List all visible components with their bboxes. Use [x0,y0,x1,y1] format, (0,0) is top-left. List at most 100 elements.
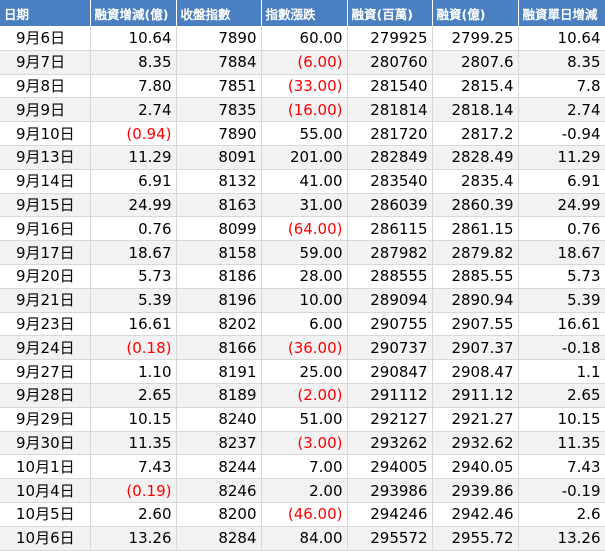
cell-margin-yi: 2860.39 [432,193,519,218]
cell-close-index: 7890 [176,121,262,146]
cell-close-index: 8158 [176,240,262,265]
cell-index-change: (6.00) [261,50,348,75]
cell-margin-yi: 2885.55 [432,264,519,289]
cell-margin-yi: 2907.55 [432,312,519,337]
cell-margin-yi: 2815.4 [432,74,519,99]
cell-margin-change: 0.76 [90,216,177,242]
cell-close-index: 8202 [176,312,262,337]
cell-date: 9月29日 [0,407,91,432]
cell-daily-change: 6.91 [518,169,605,194]
cell-margin-million: 279925 [347,26,433,51]
header-index-change: 指數漲跌 [261,0,348,27]
cell-margin-million: 291112 [347,383,433,408]
table-row: 9月6日 10.64 7890 60.00 279925 2799.25 10.64 [0,26,605,51]
cell-index-change: 6.00 [261,312,348,337]
cell-close-index: 8189 [176,383,262,408]
cell-margin-million: 294246 [347,502,433,527]
cell-margin-million: 293262 [347,431,433,456]
cell-daily-change: 2.65 [518,383,605,408]
cell-date: 9月13日 [0,145,91,170]
cell-margin-change: (0.94) [90,121,177,146]
cell-margin-yi: 2955.72 [432,526,519,551]
cell-date: 9月10日 [0,121,91,146]
table-row: 9月30日 11.35 8237 (3.00) 293262 2932.62 11.35 [0,431,605,456]
cell-margin-change: 2.65 [90,383,177,408]
cell-close-index: 8099 [176,216,262,242]
cell-date: 9月8日 [0,74,91,99]
cell-margin-million: 290847 [347,359,433,384]
cell-margin-change: 2.74 [90,97,177,123]
cell-margin-million: 287982 [347,240,433,265]
cell-margin-million: 281720 [347,121,433,146]
cell-margin-yi: 2835.4 [432,169,519,194]
cell-close-index: 7890 [176,26,262,51]
cell-margin-change: 1.10 [90,359,177,384]
cell-close-index: 8246 [176,478,262,503]
cell-close-index: 8244 [176,454,262,480]
cell-margin-change: 10.64 [90,26,177,51]
cell-margin-million: 286039 [347,193,433,218]
cell-daily-change: 13.26 [518,526,605,551]
cell-margin-change: 13.26 [90,526,177,551]
table-row: 9月24日 (0.18) 8166 (36.00) 290737 2907.37 -0.18 [0,335,605,361]
header-date: 日期 [0,0,91,27]
table-row: 9月20日 5.73 8186 28.00 288555 2885.55 5.73 [0,264,605,289]
cell-daily-change: 10.64 [518,26,605,51]
cell-index-change: (3.00) [261,431,348,456]
cell-date: 9月17日 [0,240,91,265]
cell-index-change: 7.00 [261,454,348,480]
cell-margin-change: 10.15 [90,407,177,432]
cell-daily-change: 1.1 [518,359,605,384]
cell-index-change: (36.00) [261,335,348,361]
cell-index-change: 59.00 [261,240,348,265]
table-row: 9月9日 2.74 7835 (16.00) 281814 2818.14 2.74 [0,97,605,123]
cell-daily-change: 18.67 [518,240,605,265]
cell-close-index: 8132 [176,169,262,194]
cell-daily-change: -0.18 [518,335,605,361]
cell-margin-change: 6.91 [90,169,177,194]
cell-margin-yi: 2908.47 [432,359,519,384]
cell-date: 9月28日 [0,383,91,408]
cell-daily-change: 8.35 [518,50,605,75]
cell-index-change: 2.00 [261,478,348,503]
cell-margin-change: 2.60 [90,502,177,527]
cell-daily-change: 5.73 [518,264,605,289]
cell-margin-million: 294005 [347,454,433,480]
header-close-index: 收盤指數 [176,0,262,27]
cell-date: 10月5日 [0,502,91,527]
cell-index-change: (16.00) [261,97,348,123]
cell-index-change: 10.00 [261,288,348,313]
cell-date: 9月30日 [0,431,91,456]
cell-margin-change: (0.19) [90,478,177,503]
cell-index-change: 51.00 [261,407,348,432]
cell-margin-change: 18.67 [90,240,177,265]
cell-close-index: 8191 [176,359,262,384]
header-daily-change: 融資單日增減 [518,0,605,27]
header-margin-change: 融資增減(億) [90,0,177,27]
cell-date: 9月27日 [0,359,91,384]
cell-date: 9月21日 [0,288,91,313]
cell-close-index: 8166 [176,335,262,361]
cell-margin-million: 282849 [347,145,433,170]
cell-index-change: (2.00) [261,383,348,408]
cell-margin-million: 293986 [347,478,433,503]
cell-date: 9月23日 [0,312,91,337]
table-row: 9月13日 11.29 8091 201.00 282849 2828.49 11.29 [0,145,605,170]
cell-date: 9月6日 [0,26,91,51]
cell-daily-change: 11.35 [518,431,605,456]
cell-date: 9月15日 [0,193,91,218]
cell-close-index: 8200 [176,502,262,527]
cell-margin-million: 286115 [347,216,433,242]
cell-margin-million: 290737 [347,335,433,361]
cell-margin-million: 295572 [347,526,433,551]
cell-margin-yi: 2807.6 [432,50,519,75]
cell-close-index: 7851 [176,74,262,99]
cell-margin-change: 8.35 [90,50,177,75]
table-row: 10月6日 13.26 8284 84.00 295572 2955.72 13.26 [0,526,605,551]
cell-margin-yi: 2940.05 [432,454,519,480]
cell-close-index: 8237 [176,431,262,456]
cell-date: 9月20日 [0,264,91,289]
cell-daily-change: 0.76 [518,216,605,242]
cell-margin-million: 283540 [347,169,433,194]
cell-close-index: 8186 [176,264,262,289]
